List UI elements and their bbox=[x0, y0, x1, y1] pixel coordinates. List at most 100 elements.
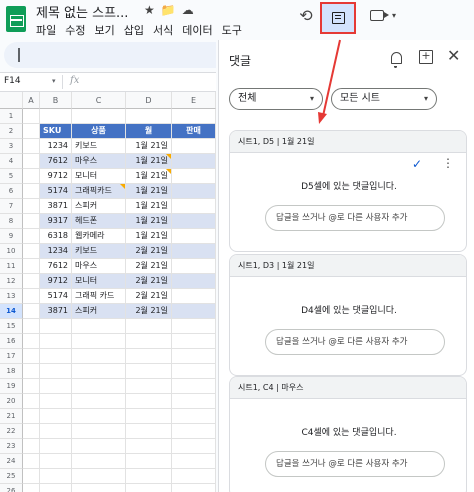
comment-thread[interactable]: 시트1, C4 | 마우스 C4셀에 있는 댓글입니다. 답글을 쓰거나 @로 … bbox=[229, 376, 467, 492]
grid-cell[interactable] bbox=[40, 379, 72, 394]
move-folder-icon[interactable]: 📁 bbox=[161, 3, 176, 17]
grid-cell[interactable] bbox=[23, 439, 40, 454]
data-cell[interactable]: 1월 21일 bbox=[126, 154, 172, 169]
grid-cell[interactable] bbox=[72, 439, 126, 454]
row-header-7[interactable]: 7 bbox=[0, 199, 23, 214]
data-cell[interactable]: 6318 bbox=[40, 229, 72, 244]
row-header-22[interactable]: 22 bbox=[0, 424, 23, 439]
grid-cell[interactable] bbox=[172, 469, 216, 484]
menu-edit[interactable]: 수정 bbox=[65, 22, 85, 38]
grid-cell[interactable] bbox=[72, 379, 126, 394]
sheets-logo-icon[interactable] bbox=[6, 6, 26, 32]
grid-cell[interactable] bbox=[126, 424, 172, 439]
grid-cell[interactable] bbox=[172, 454, 216, 469]
grid-cell[interactable] bbox=[23, 229, 40, 244]
data-cell[interactable]: 9317 bbox=[40, 214, 72, 229]
select-all-corner[interactable] bbox=[0, 92, 23, 109]
menu-tools[interactable]: 도구 bbox=[222, 22, 242, 38]
grid-cell[interactable] bbox=[23, 259, 40, 274]
data-cell[interactable]: 5174 bbox=[40, 184, 72, 199]
row-header-23[interactable]: 23 bbox=[0, 439, 23, 454]
grid-cell[interactable] bbox=[23, 454, 40, 469]
menu-data[interactable]: 데이터 bbox=[182, 22, 212, 38]
data-cell[interactable]: 1월 21일 bbox=[126, 139, 172, 154]
grid-cell[interactable] bbox=[126, 319, 172, 334]
row-header-26[interactable]: 26 bbox=[0, 484, 23, 492]
grid-cell[interactable] bbox=[72, 109, 126, 124]
grid-cell[interactable] bbox=[40, 484, 72, 492]
row-header-10[interactable]: 10 bbox=[0, 244, 23, 259]
grid-cell[interactable] bbox=[40, 334, 72, 349]
data-cell[interactable] bbox=[172, 169, 216, 184]
grid-cell[interactable] bbox=[172, 439, 216, 454]
row-header-2[interactable]: 2 bbox=[0, 124, 23, 139]
grid-cell[interactable] bbox=[23, 124, 40, 139]
data-cell[interactable]: 2월 21일 bbox=[126, 244, 172, 259]
more-options-icon[interactable]: ⋮ bbox=[442, 156, 454, 170]
grid-cell[interactable] bbox=[23, 379, 40, 394]
grid-cell[interactable] bbox=[23, 349, 40, 364]
grid-cell[interactable] bbox=[126, 439, 172, 454]
row-header-1[interactable]: 1 bbox=[0, 109, 23, 124]
data-cell[interactable]: 그래픽카드 bbox=[72, 184, 126, 199]
resolve-check-icon[interactable]: ✓ bbox=[412, 157, 422, 171]
row-header-24[interactable]: 24 bbox=[0, 454, 23, 469]
data-cell[interactable]: 마우스 bbox=[72, 259, 126, 274]
data-cell[interactable]: 3871 bbox=[40, 199, 72, 214]
data-cell[interactable] bbox=[172, 139, 216, 154]
column-header-a[interactable]: A bbox=[23, 92, 40, 109]
grid-cell[interactable] bbox=[40, 349, 72, 364]
row-header-13[interactable]: 13 bbox=[0, 289, 23, 304]
menu-insert[interactable]: 삽입 bbox=[124, 22, 144, 38]
data-cell[interactable] bbox=[172, 214, 216, 229]
data-cell[interactable]: 모니터 bbox=[72, 169, 126, 184]
data-cell[interactable]: 스피커 bbox=[72, 199, 126, 214]
close-icon[interactable]: ✕ bbox=[447, 46, 460, 65]
table-header-cell[interactable]: SKU bbox=[40, 124, 72, 139]
grid-cell[interactable] bbox=[23, 184, 40, 199]
grid-cell[interactable] bbox=[72, 319, 126, 334]
grid-cell[interactable] bbox=[40, 364, 72, 379]
grid-cell[interactable] bbox=[172, 319, 216, 334]
grid-cell[interactable] bbox=[23, 214, 40, 229]
data-cell[interactable]: 키보드 bbox=[72, 244, 126, 259]
row-header-20[interactable]: 20 bbox=[0, 394, 23, 409]
grid-cell[interactable] bbox=[23, 424, 40, 439]
grid-cell[interactable] bbox=[23, 244, 40, 259]
data-cell[interactable] bbox=[172, 274, 216, 289]
data-cell[interactable]: 9712 bbox=[40, 274, 72, 289]
data-cell[interactable] bbox=[172, 199, 216, 214]
table-header-cell[interactable]: 판매 bbox=[172, 124, 216, 139]
data-cell[interactable]: 1234 bbox=[40, 244, 72, 259]
row-header-11[interactable]: 11 bbox=[0, 259, 23, 274]
name-box[interactable]: F14 bbox=[4, 76, 21, 86]
column-header-c[interactable]: C bbox=[72, 92, 126, 109]
grid-cell[interactable] bbox=[172, 394, 216, 409]
data-cell[interactable] bbox=[172, 259, 216, 274]
data-cell[interactable] bbox=[172, 244, 216, 259]
column-header-b[interactable]: B bbox=[40, 92, 72, 109]
row-header-17[interactable]: 17 bbox=[0, 349, 23, 364]
grid-cell[interactable] bbox=[40, 109, 72, 124]
grid-cell[interactable] bbox=[72, 394, 126, 409]
grid-cell[interactable] bbox=[23, 109, 40, 124]
data-cell[interactable]: 모니터 bbox=[72, 274, 126, 289]
grid-cell[interactable] bbox=[72, 454, 126, 469]
data-cell[interactable]: 헤드폰 bbox=[72, 214, 126, 229]
star-icon[interactable]: ★ bbox=[144, 3, 155, 17]
grid-cell[interactable] bbox=[40, 394, 72, 409]
spreadsheet-grid[interactable]: A B C D E 1 2 3 4 5 6 7 8 9 10 11 12 13 14 15 16 17 18 19 20 21 22… bbox=[0, 92, 216, 492]
row-header-6[interactable]: 6 bbox=[0, 184, 23, 199]
reply-input[interactable]: 답글을 쓰거나 @로 다른 사용자 추가 bbox=[265, 329, 445, 355]
name-box-caret-icon[interactable]: ▾ bbox=[52, 77, 56, 85]
data-cell[interactable]: 1월 21일 bbox=[126, 214, 172, 229]
data-cell[interactable]: 1월 21일 bbox=[126, 169, 172, 184]
grid-cell[interactable] bbox=[172, 349, 216, 364]
grid-cell[interactable] bbox=[72, 424, 126, 439]
data-cell[interactable]: 7612 bbox=[40, 259, 72, 274]
grid-cell[interactable] bbox=[172, 484, 216, 492]
grid-cell[interactable] bbox=[40, 469, 72, 484]
grid-cell[interactable] bbox=[172, 334, 216, 349]
row-header-12[interactable]: 12 bbox=[0, 274, 23, 289]
data-cell[interactable]: 스피커 bbox=[72, 304, 126, 319]
